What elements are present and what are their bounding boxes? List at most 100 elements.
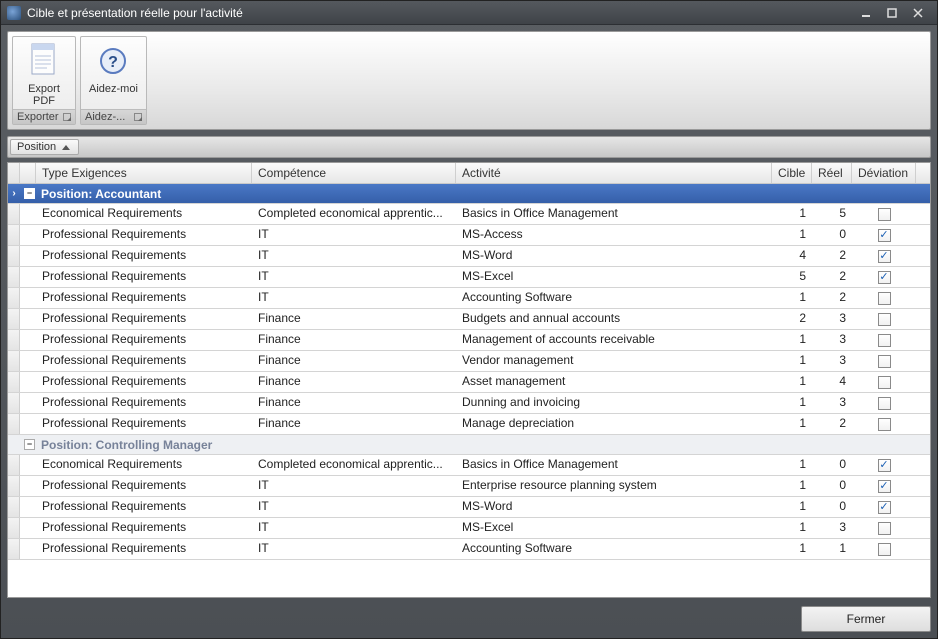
groupby-bar[interactable]: Position (7, 136, 931, 158)
cell-cible: 1 (772, 204, 812, 224)
help-label: Aidez-moi (89, 83, 138, 95)
table-row[interactable]: Professional RequirementsITMS-Access10 (8, 225, 930, 246)
cell-deviation[interactable] (852, 267, 916, 287)
col-header-reel[interactable]: Réel (812, 163, 852, 183)
table-row[interactable]: Economical RequirementsCompleted economi… (8, 455, 930, 476)
cell-deviation[interactable] (852, 497, 916, 517)
cell-reel: 2 (812, 288, 852, 308)
deviation-checkbox[interactable] (878, 292, 891, 305)
help-icon: ? (97, 41, 129, 81)
help-button[interactable]: ? Aidez-moi (81, 37, 146, 109)
col-header-competence[interactable]: Compétence (252, 163, 456, 183)
cell-deviation[interactable] (852, 204, 916, 224)
cell-deviation[interactable] (852, 539, 916, 559)
expand-collapse-icon[interactable]: − (24, 439, 35, 450)
cell-activite: Basics in Office Management (456, 204, 772, 224)
ribbon-footer-help[interactable]: Aidez-... (81, 109, 146, 124)
cell-competence: IT (252, 539, 456, 559)
deviation-checkbox[interactable] (878, 480, 891, 493)
group-row[interactable]: −Position: Controlling Manager (8, 435, 930, 455)
data-grid: Type Exigences Compétence Activité Cible… (7, 162, 931, 598)
table-row[interactable]: Professional RequirementsITAccounting So… (8, 539, 930, 560)
cell-deviation[interactable] (852, 455, 916, 475)
expand-collapse-icon[interactable]: − (24, 188, 35, 199)
cell-cible: 4 (772, 246, 812, 266)
table-row[interactable]: Professional RequirementsITEnterprise re… (8, 476, 930, 497)
col-header-cible[interactable]: Cible (772, 163, 812, 183)
close-button[interactable]: Fermer (801, 606, 931, 632)
deviation-checkbox[interactable] (878, 522, 891, 535)
deviation-checkbox[interactable] (878, 208, 891, 221)
tree-indent (20, 351, 36, 371)
deviation-checkbox[interactable] (878, 543, 891, 556)
row-indicator (8, 288, 20, 308)
deviation-checkbox[interactable] (878, 313, 891, 326)
table-row[interactable]: Professional RequirementsFinanceManage d… (8, 414, 930, 435)
cell-type: Professional Requirements (36, 246, 252, 266)
row-indicator (8, 225, 20, 245)
table-row[interactable]: Professional RequirementsFinanceBudgets … (8, 309, 930, 330)
deviation-checkbox[interactable] (878, 334, 891, 347)
grid-body[interactable]: ›−Position: AccountantEconomical Require… (8, 184, 930, 597)
cell-deviation[interactable] (852, 225, 916, 245)
cell-activite: Asset management (456, 372, 772, 392)
col-header-type[interactable]: Type Exigences (36, 163, 252, 183)
cell-cible: 1 (772, 372, 812, 392)
cell-deviation[interactable] (852, 393, 916, 413)
table-row[interactable]: Professional RequirementsITMS-Word42 (8, 246, 930, 267)
cell-deviation[interactable] (852, 414, 916, 434)
deviation-checkbox[interactable] (878, 271, 891, 284)
deviation-checkbox[interactable] (878, 418, 891, 431)
table-row[interactable]: Professional RequirementsITMS-Word10 (8, 497, 930, 518)
table-row[interactable]: Professional RequirementsFinanceAsset ma… (8, 372, 930, 393)
group-row[interactable]: ›−Position: Accountant (8, 184, 930, 204)
table-row[interactable]: Economical RequirementsCompleted economi… (8, 204, 930, 225)
deviation-checkbox[interactable] (878, 250, 891, 263)
cell-deviation[interactable] (852, 372, 916, 392)
deviation-checkbox[interactable] (878, 397, 891, 410)
deviation-checkbox[interactable] (878, 501, 891, 514)
cell-competence: Finance (252, 309, 456, 329)
svg-text:?: ? (109, 54, 119, 71)
deviation-checkbox[interactable] (878, 376, 891, 389)
deviation-checkbox[interactable] (878, 229, 891, 242)
minimize-button[interactable] (853, 4, 879, 22)
col-header-deviation[interactable]: Déviation (852, 163, 916, 183)
cell-competence: Completed economical apprentic... (252, 204, 456, 224)
cell-deviation[interactable] (852, 476, 916, 496)
cell-deviation[interactable] (852, 246, 916, 266)
cell-activite: MS-Word (456, 246, 772, 266)
app-icon (7, 6, 21, 20)
deviation-checkbox[interactable] (878, 459, 891, 472)
cell-deviation[interactable] (852, 288, 916, 308)
cell-deviation[interactable] (852, 309, 916, 329)
table-row[interactable]: Professional RequirementsFinanceManageme… (8, 330, 930, 351)
cell-cible: 1 (772, 225, 812, 245)
table-row[interactable]: Professional RequirementsITMS-Excel13 (8, 518, 930, 539)
close-window-button[interactable] (905, 4, 931, 22)
table-row[interactable]: Professional RequirementsFinanceVendor m… (8, 351, 930, 372)
col-header-activite[interactable]: Activité (456, 163, 772, 183)
table-row[interactable]: Professional RequirementsFinanceDunning … (8, 393, 930, 414)
cell-deviation[interactable] (852, 518, 916, 538)
cell-deviation[interactable] (852, 330, 916, 350)
tree-indent-header (20, 163, 36, 183)
cell-reel: 3 (812, 518, 852, 538)
group-label: Position: Accountant (39, 187, 161, 201)
app-window: Cible et présentation réelle pour l'acti… (0, 0, 938, 639)
cell-reel: 3 (812, 309, 852, 329)
tree-indent (20, 393, 36, 413)
table-row[interactable]: Professional RequirementsITAccounting So… (8, 288, 930, 309)
table-row[interactable]: Professional RequirementsITMS-Excel52 (8, 267, 930, 288)
ribbon-footer-export[interactable]: Exporter (13, 109, 75, 124)
export-pdf-button[interactable]: Export PDF (13, 37, 75, 109)
cell-deviation[interactable] (852, 351, 916, 371)
dialog-launcher-icon (63, 113, 71, 121)
ribbon: Export PDF Exporter ? Aidez-moi (7, 31, 931, 130)
maximize-button[interactable] (879, 4, 905, 22)
tree-indent (20, 225, 36, 245)
deviation-checkbox[interactable] (878, 355, 891, 368)
groupby-chip-position[interactable]: Position (10, 139, 79, 155)
cell-activite: Management of accounts receivable (456, 330, 772, 350)
row-indicator: › (8, 188, 20, 199)
